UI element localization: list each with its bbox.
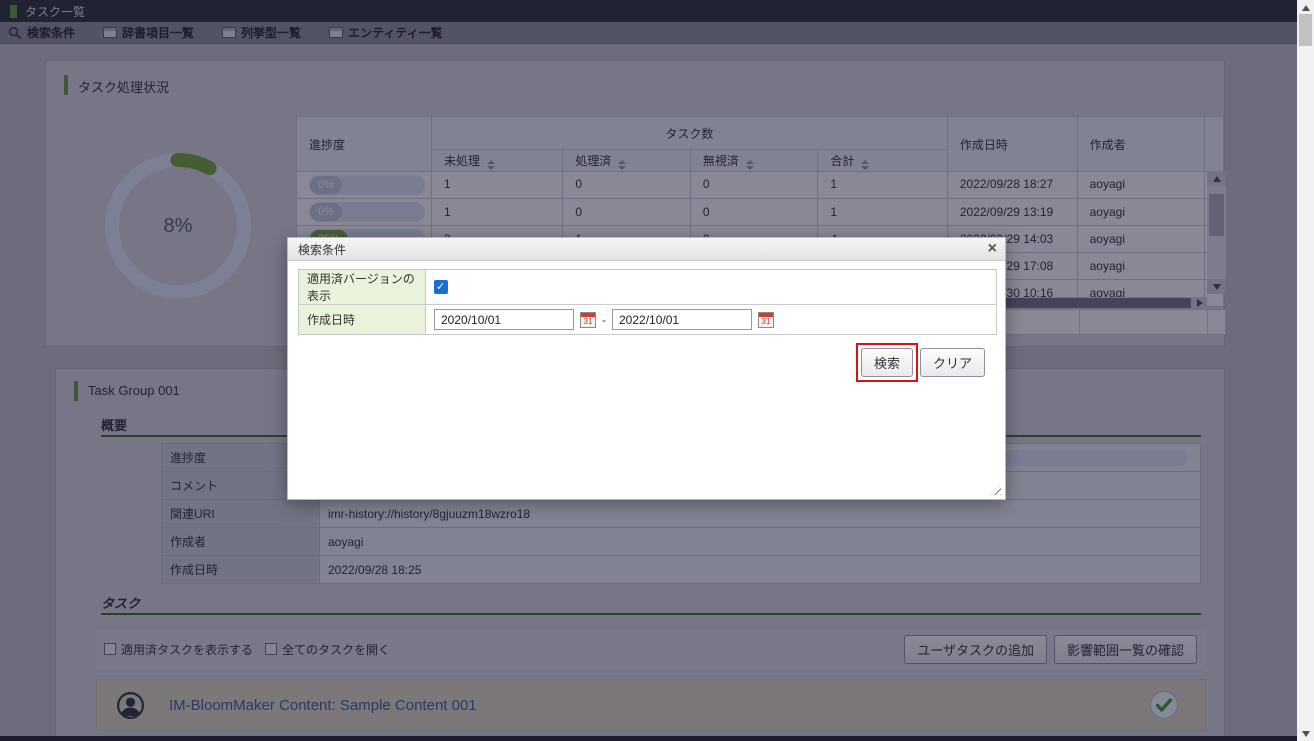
form-row-applied-version: 適用済バージョンの表示 [299, 270, 997, 305]
date-to-input[interactable] [612, 309, 752, 330]
search-button[interactable]: 検索 [861, 348, 913, 377]
calendar-icon[interactable]: 31 [580, 312, 596, 328]
dialog-header[interactable]: 検索条件 × [288, 238, 1005, 261]
dialog-resize-handle[interactable] [990, 484, 1001, 495]
calendar-icon[interactable]: 31 [758, 312, 774, 328]
app-window: タスク一覧 検索条件 辞書項目一覧 列挙型一覧 エンティティ一覧 タスク処理状 [0, 0, 1314, 741]
applied-version-checkbox[interactable] [434, 280, 448, 294]
search-conditions-dialog: 検索条件 × 適用済バージョンの表示 作成日時 31 - [287, 237, 1006, 500]
search-form: 適用済バージョンの表示 作成日時 31 - 31 [298, 269, 997, 335]
scroll-thumb[interactable] [1299, 14, 1312, 46]
triangle-down-icon [1302, 731, 1310, 737]
scroll-up-button[interactable] [1297, 0, 1314, 15]
triangle-up-icon [1302, 5, 1310, 11]
close-icon[interactable]: × [988, 241, 997, 257]
date-range-separator: - [602, 313, 606, 327]
browser-scrollbar [1297, 0, 1314, 741]
scroll-down-button[interactable] [1297, 726, 1314, 741]
clear-button[interactable]: クリア [920, 348, 985, 377]
date-from-input[interactable] [434, 309, 574, 330]
dialog-title: 検索条件 [298, 241, 988, 258]
form-row-created-date: 作成日時 31 - 31 [299, 305, 997, 335]
